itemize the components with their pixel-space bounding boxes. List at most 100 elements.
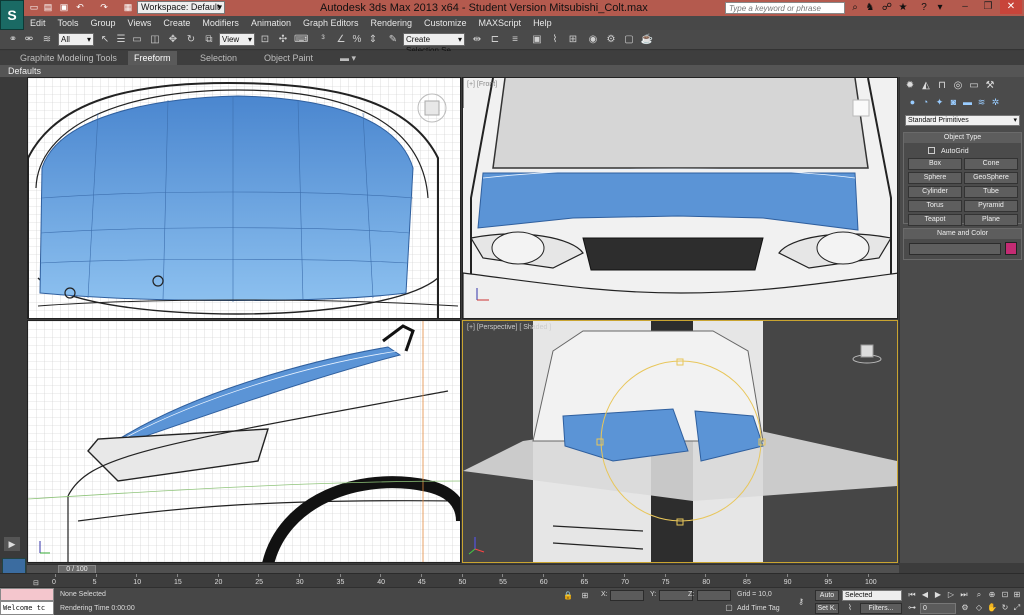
menu-graph-editors[interactable]: Graph Editors <box>297 16 365 30</box>
autogrid-checkbox[interactable]: AutoGrid <box>928 147 969 155</box>
schematic-view-icon[interactable]: ⊞ <box>566 33 580 47</box>
display-tab-icon[interactable]: ▭ <box>968 80 980 92</box>
help-icon[interactable]: ? <box>918 2 930 14</box>
zoom-extents-all-icon[interactable]: ⊞ <box>1012 590 1022 600</box>
select-and-scale-icon[interactable]: ⧉ <box>202 33 216 47</box>
angle-snap-icon[interactable]: ∠ <box>334 33 348 47</box>
geometry-icon[interactable]: ● <box>907 97 918 108</box>
menu-tools[interactable]: Tools <box>52 16 85 30</box>
motion-tab-icon[interactable]: ◎ <box>952 80 964 92</box>
curve-editor-toggle-icon[interactable]: ⊟ <box>33 579 39 587</box>
viewport-perspective[interactable]: [+] [Perspective] [ Shaded ] <box>462 320 898 563</box>
teapot-button[interactable]: Teapot <box>908 214 962 226</box>
menu-modifiers[interactable]: Modifiers <box>196 16 245 30</box>
render-teapot-icon[interactable]: ☕ <box>640 33 654 47</box>
current-frame-input[interactable]: 0 <box>920 603 956 614</box>
spacewarps-icon[interactable]: ≋ <box>976 97 987 108</box>
previous-frame-icon[interactable]: ◀ <box>920 590 930 600</box>
checkbox-icon[interactable] <box>928 147 935 154</box>
torus-button[interactable]: Torus <box>908 200 962 212</box>
subscription-icon[interactable]: ♞ <box>864 2 876 14</box>
curve-editor-icon[interactable]: ⌇ <box>548 33 562 47</box>
menu-rendering[interactable]: Rendering <box>365 16 419 30</box>
key-filters-button[interactable]: Filters... <box>860 603 902 614</box>
time-slider[interactable]: 0 / 100 <box>27 564 899 574</box>
menu-help[interactable]: Help <box>527 16 558 30</box>
menu-views[interactable]: Views <box>122 16 158 30</box>
edit-named-selection-icon[interactable]: ✎ <box>386 33 400 47</box>
viewport-front[interactable]: [+] [Front] <box>462 77 898 319</box>
cameras-icon[interactable]: ◙ <box>948 97 959 108</box>
name-and-color-title[interactable]: Name and Color <box>904 229 1021 239</box>
select-by-name-icon[interactable]: ☰ <box>114 33 128 47</box>
tab-freeform[interactable]: Freeform <box>128 51 177 65</box>
app-logo-icon[interactable]: S <box>0 0 24 30</box>
spinner-snap-icon[interactable]: ⇕ <box>366 33 380 47</box>
minimize-icon[interactable]: – <box>954 0 976 14</box>
menu-create[interactable]: Create <box>157 16 196 30</box>
tab-selection[interactable]: Selection <box>194 51 243 65</box>
bind-space-warp-icon[interactable]: ≋ <box>40 33 54 47</box>
create-tab-icon[interactable]: ✹ <box>904 80 916 92</box>
lights-icon[interactable]: ✦ <box>934 97 945 108</box>
absolute-mode-icon[interactable]: ⊞ <box>580 591 590 601</box>
object-color-swatch[interactable] <box>1005 242 1017 255</box>
viewport-top[interactable] <box>27 77 461 319</box>
z-coordinate-input[interactable] <box>697 590 731 601</box>
graphite-toggle-icon[interactable]: ▣ <box>530 33 544 47</box>
menu-group[interactable]: Group <box>85 16 122 30</box>
play-maxscript-icon[interactable]: ▶ <box>4 537 20 551</box>
menu-edit[interactable]: Edit <box>24 16 52 30</box>
key-filter-dropdown[interactable]: Selected <box>842 590 902 601</box>
utilities-tab-icon[interactable]: ⚒ <box>984 80 996 92</box>
x-coordinate-input[interactable] <box>610 590 644 601</box>
go-to-end-icon[interactable]: ⏭ <box>959 590 969 600</box>
maximize-viewport-icon[interactable]: ⤢ <box>1012 603 1022 613</box>
select-and-rotate-icon[interactable]: ↻ <box>184 33 198 47</box>
tab-object-paint[interactable]: Object Paint <box>258 51 319 65</box>
field-of-view-icon[interactable]: ◇ <box>974 603 984 613</box>
go-to-start-icon[interactable]: ⏮ <box>907 590 917 600</box>
reference-coordinate-dropdown[interactable]: View ▾ <box>219 33 255 46</box>
time-tag-icon[interactable]: ▢ <box>724 603 734 613</box>
favorites-star-icon[interactable]: ★ <box>897 2 909 14</box>
geosphere-button[interactable]: GeoSphere <box>964 172 1018 184</box>
menu-maxscript[interactable]: MAXScript <box>473 16 528 30</box>
menu-customize[interactable]: Customize <box>418 16 473 30</box>
save-file-icon[interactable]: ▣ <box>58 2 70 13</box>
time-configuration-icon[interactable]: ⚙ <box>960 603 970 613</box>
material-editor-icon[interactable]: ◉ <box>586 33 600 47</box>
new-file-icon[interactable]: ▭ <box>28 2 40 13</box>
viewport-left[interactable] <box>27 320 461 563</box>
track-bar[interactable]: ⊟ 0 5 10 15 20 25 30 35 40 45 50 55 60 65 70 75 80 85 90 95… <box>0 573 1024 587</box>
unlink-icon[interactable]: ⚮ <box>22 33 36 47</box>
defaults-label[interactable]: Defaults <box>8 65 41 77</box>
zoom-extents-icon[interactable]: ⊡ <box>1000 590 1010 600</box>
modify-tab-icon[interactable]: ◭ <box>920 80 932 92</box>
open-file-icon[interactable]: ▤ <box>42 2 54 13</box>
orbit-icon[interactable]: ↻ <box>1000 603 1010 613</box>
zoom-all-icon[interactable]: ⊕ <box>987 590 997 600</box>
sphere-button[interactable]: Sphere <box>908 172 962 184</box>
percent-snap-icon[interactable]: % <box>350 33 364 47</box>
binoculars-icon[interactable]: ⌕ <box>849 2 861 14</box>
undo-icon[interactable]: ↶ <box>74 2 86 13</box>
rendered-frame-window-icon[interactable]: ▢ <box>622 33 636 47</box>
viewcube-icon[interactable] <box>852 99 870 117</box>
lock-selection-icon[interactable]: 🔒 <box>563 591 573 601</box>
maxscript-listener-input[interactable]: Welcome tc <box>0 601 54 615</box>
tube-button[interactable]: Tube <box>964 186 1018 198</box>
communication-center-icon[interactable]: ☍ <box>881 2 893 14</box>
select-and-manipulate-icon[interactable]: ✣ <box>276 33 290 47</box>
link-icon[interactable]: ⚭ <box>6 33 20 47</box>
pivot-center-icon[interactable]: ⊡ <box>258 33 272 47</box>
keyboard-shortcut-icon[interactable]: ⌨ <box>294 33 308 47</box>
plane-button[interactable]: Plane <box>964 214 1018 226</box>
close-icon[interactable]: ✕ <box>1000 0 1022 14</box>
auto-key-button[interactable]: Auto <box>815 590 839 601</box>
align-icon[interactable]: ⊏ <box>488 33 502 47</box>
tab-graphite-modeling-tools[interactable]: Graphite Modeling Tools <box>14 51 123 65</box>
chevron-down-icon[interactable]: ▾ <box>934 2 946 14</box>
ribbon-options-icon[interactable]: ▬ ▾ <box>334 51 362 65</box>
object-type-title[interactable]: Object Type <box>904 133 1021 143</box>
